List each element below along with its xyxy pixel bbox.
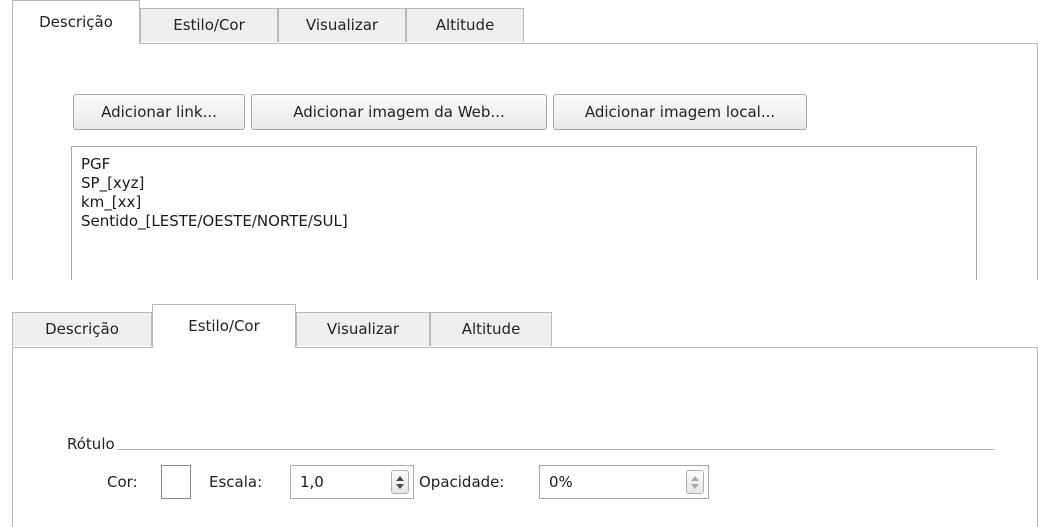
add-web-image-label: Adicionar imagem da Web... xyxy=(293,103,505,121)
opacity-label: Opacidade: xyxy=(419,473,505,491)
scale-value: 1,0 xyxy=(300,473,324,491)
tab-descricao[interactable]: Descrição xyxy=(12,312,152,346)
text-line: PGF xyxy=(81,155,111,173)
description-panel: Descrição Estilo/Cor Visualizar Altitude… xyxy=(0,0,1038,280)
opacity-value: 0% xyxy=(549,473,573,491)
scale-spin-arrows[interactable] xyxy=(391,470,409,494)
style-panel: Descrição Estilo/Cor Visualizar Altitude… xyxy=(0,304,1038,527)
tab-label: Visualizar xyxy=(326,319,400,338)
group-divider xyxy=(117,449,995,450)
text-line: SP_[xyz] xyxy=(81,174,145,192)
label-group-title: Rótulo xyxy=(67,435,115,453)
text-line: Sentido_[LESTE/OESTE/NORTE/SUL] xyxy=(81,212,348,230)
tab-label: Altitude xyxy=(435,15,495,34)
description-textarea[interactable]: PGF SP_[xyz] km_[xx] Sentido_[LESTE/OEST… xyxy=(71,146,977,280)
text-line: km_[xx] xyxy=(81,193,142,211)
tab-estilo-cor[interactable]: Estilo/Cor xyxy=(152,304,296,348)
add-local-image-button[interactable]: Adicionar imagem local... xyxy=(553,94,807,130)
tab-label: Estilo/Cor xyxy=(188,316,260,335)
scale-label: Escala: xyxy=(209,473,263,491)
scale-spinbox[interactable]: 1,0 xyxy=(290,465,414,499)
tab-estilo-cor[interactable]: Estilo/Cor xyxy=(140,8,278,42)
arrow-up-icon[interactable] xyxy=(396,475,404,481)
tab-page: Adicionar link... Adicionar imagem da We… xyxy=(12,43,1038,280)
tab-altitude[interactable]: Altitude xyxy=(406,8,524,42)
tab-page: Rótulo Cor: Escala: 1,0 Opacidade: 0% xyxy=(12,347,1038,527)
tab-descricao[interactable]: Descrição xyxy=(12,0,140,44)
tab-label: Altitude xyxy=(461,319,521,338)
tab-label: Visualizar xyxy=(305,15,379,34)
tab-visualizar[interactable]: Visualizar xyxy=(296,312,430,346)
add-web-image-button[interactable]: Adicionar imagem da Web... xyxy=(251,94,547,130)
color-label: Cor: xyxy=(107,473,138,491)
color-swatch[interactable] xyxy=(161,465,191,499)
add-link-button[interactable]: Adicionar link... xyxy=(73,94,245,130)
add-link-label: Adicionar link... xyxy=(101,103,217,121)
arrow-down-icon[interactable] xyxy=(396,483,404,489)
tab-label: Estilo/Cor xyxy=(173,15,245,34)
arrow-up-icon[interactable] xyxy=(691,475,699,481)
tab-label: Descrição xyxy=(45,319,119,338)
opacity-spin-arrows[interactable] xyxy=(686,470,704,494)
add-local-image-label: Adicionar imagem local... xyxy=(584,103,776,121)
tab-label: Descrição xyxy=(39,12,113,31)
tab-altitude[interactable]: Altitude xyxy=(430,312,552,346)
tab-visualizar[interactable]: Visualizar xyxy=(278,8,406,42)
opacity-spinbox[interactable]: 0% xyxy=(539,465,709,499)
arrow-down-icon[interactable] xyxy=(691,483,699,489)
